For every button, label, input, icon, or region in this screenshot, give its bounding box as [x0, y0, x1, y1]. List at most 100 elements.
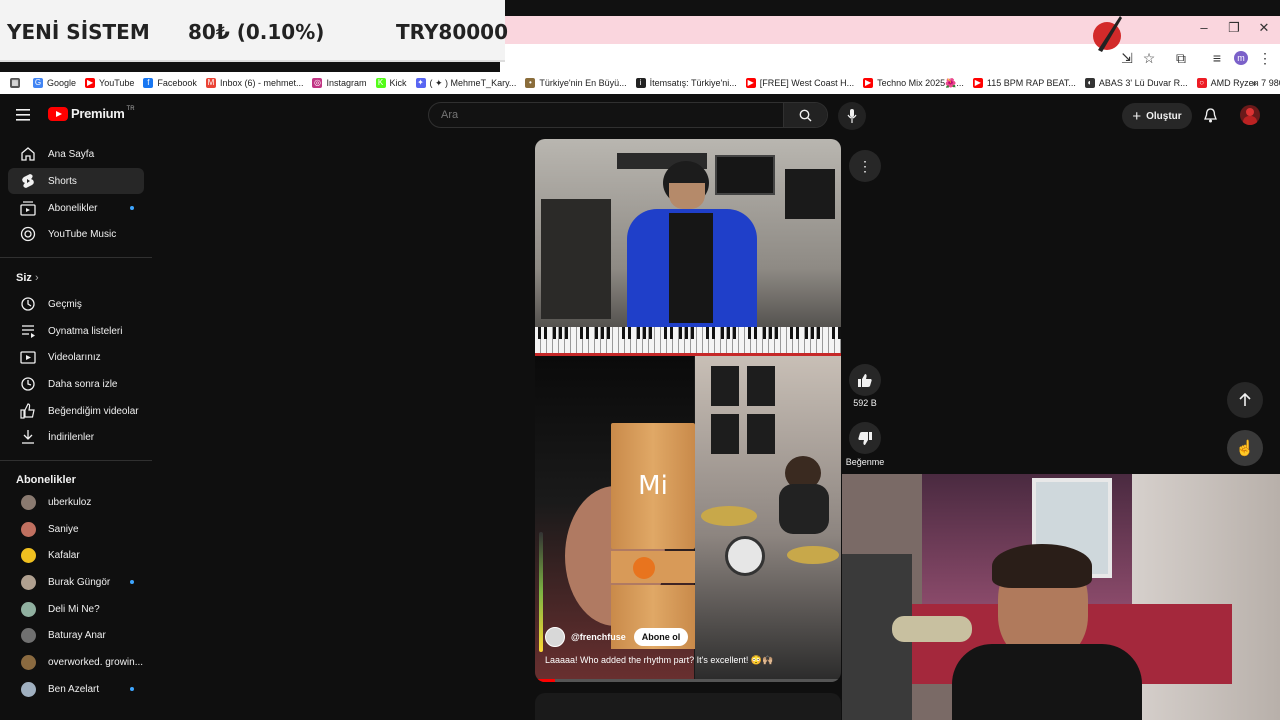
close-icon[interactable]: ✕ [1254, 20, 1274, 36]
bookmark-item[interactable]: i İtemsatış: Türkiye'ni... [635, 78, 737, 89]
youtube-logo-icon [48, 106, 68, 121]
install-app-icon[interactable]: ⇲ [1118, 50, 1136, 67]
like-button[interactable] [849, 364, 881, 396]
sidebar-item-label: Baturay Anar [48, 629, 106, 641]
sidebar-divider [0, 257, 152, 258]
bookmark-item[interactable]: • Türkiye'nin En Büyü... [525, 78, 627, 89]
bookmark-favicon-icon: ○ [1196, 78, 1207, 88]
like-count: 592 B [853, 398, 877, 408]
bookmark-label: [FREE] West Coast H... [759, 78, 855, 88]
search-button[interactable] [783, 103, 827, 127]
bookmark-favicon-icon: K [375, 78, 386, 88]
sidebar-item[interactable]: Geçmiş [8, 291, 144, 317]
sidebar-item[interactable]: Oynatma listeleri [8, 318, 144, 344]
dislike-button[interactable] [849, 422, 881, 454]
sidebar-item-label: Geçmiş [48, 298, 82, 310]
channel-avatar[interactable] [545, 627, 565, 647]
menu-icon[interactable] [16, 108, 32, 122]
sidebar-item-label: Burak Güngör [48, 576, 111, 588]
bookmark-item[interactable]: ▶ [FREE] West Coast H... [745, 78, 855, 89]
notifications-bell-icon[interactable] [1204, 108, 1217, 123]
channel-avatar [8, 627, 48, 643]
maximize-icon[interactable]: ❐ [1224, 20, 1244, 36]
create-label: Oluştur [1146, 110, 1182, 122]
bookmark-item[interactable]: K Kick [375, 78, 407, 89]
bookmark-item[interactable]: ◐ ABAS 3' Lü Duvar R... [1084, 78, 1188, 89]
browser-menu-icon[interactable]: ⋮ [1256, 50, 1274, 67]
sidebar-item[interactable]: uberkuloz [8, 489, 144, 515]
subscriptions-section-title: Abonelikler [16, 474, 76, 486]
bookmark-star-icon[interactable]: ☆ [1140, 50, 1158, 67]
sidebar-item[interactable]: YouTube Music [8, 221, 144, 247]
you-section-header[interactable]: Siz › [16, 272, 39, 284]
sidebar-item[interactable]: Saniye [8, 516, 144, 542]
channel-avatar [8, 681, 48, 697]
bookmark-label: AMD Ryzen 7 9800... [1210, 78, 1280, 88]
playback-progress[interactable] [535, 679, 555, 682]
sidebar-item-label: Saniye [48, 523, 79, 535]
media-controls-icon[interactable]: ≡ [1208, 50, 1226, 66]
bookmark-item[interactable]: ◎ Instagram [312, 78, 367, 89]
account-avatar[interactable] [1240, 105, 1260, 125]
bookmark-favicon-icon: ◎ [312, 78, 323, 88]
search-input[interactable] [441, 109, 761, 121]
channel-avatar [8, 574, 48, 590]
create-button[interactable]: + Oluştur [1122, 103, 1192, 129]
webcam-overlay [842, 474, 1280, 720]
bookmark-label: Techno Mix 2025🌺... [877, 77, 964, 88]
bookmark-item[interactable]: ▶ Techno Mix 2025🌺... [863, 78, 964, 89]
youtube-premium-logo[interactable]: Premium TR [48, 106, 135, 121]
bookmark-label: Inbox (6) - mehmet... [219, 78, 304, 88]
sidebar-item[interactable]: Ben Azelart [8, 676, 144, 702]
sidebar-item[interactable]: Deli Mi Ne? [8, 596, 144, 622]
minimize-icon[interactable]: – [1194, 20, 1214, 35]
microphone-icon [847, 109, 857, 123]
thumbs-up-icon [858, 373, 872, 387]
voice-search-button[interactable] [838, 102, 866, 130]
search-icon [799, 109, 812, 121]
sidebar-item[interactable]: Videolarınız [8, 344, 144, 370]
bookmark-item[interactable]: ▶ YouTube [85, 78, 134, 89]
more-options-button[interactable]: ⋮ [849, 150, 881, 182]
your-videos-icon [8, 349, 48, 365]
video-frame-top [535, 139, 841, 356]
sidebar-item[interactable]: Baturay Anar [8, 622, 144, 648]
liked-icon [8, 403, 48, 419]
sidebar-item[interactable]: Burak Güngör [8, 569, 144, 595]
next-short-button[interactable]: ☝ [1227, 430, 1263, 466]
sidebar-item-label: Beğendiğim videolar [48, 405, 139, 417]
subscribe-button[interactable]: Abone ol [633, 628, 689, 646]
watch-later-icon [8, 376, 48, 392]
short-video-player[interactable]: Mi @frenchfuse Abone ol Laaaaa! Who adde… [535, 139, 841, 682]
channel-avatar [8, 654, 48, 670]
hand-cursor-icon: ☝ [1235, 440, 1255, 457]
channel-name[interactable]: @frenchfuse [571, 632, 626, 642]
note-block: Mi [611, 423, 695, 549]
next-short-preview[interactable] [535, 693, 841, 720]
extensions-icon[interactable]: ⧉ [1172, 50, 1190, 67]
bookmark-item[interactable]: G Google [33, 78, 76, 89]
sidebar-item[interactable]: Daha sonra izle [8, 371, 144, 397]
sidebar-item[interactable]: Kafalar [8, 542, 144, 568]
previous-short-button[interactable] [1227, 382, 1263, 418]
sidebar-divider [0, 460, 152, 461]
short-caption: Laaaaa! Who added the rhythm part? It's … [545, 655, 774, 665]
bookmark-item[interactable]: ✦( ✦ ) MehmeT_Kary... [415, 78, 516, 89]
bookmark-item[interactable]: ○AMD Ryzen 7 9800... [1196, 78, 1280, 89]
donation-ticker-overlay: YENİ SİSTEM 80₺ (0.10%) TRY80000 [0, 0, 508, 62]
subscriptions-icon [8, 200, 48, 216]
sidebar-item[interactable]: Beğendiğim videolar [8, 398, 144, 424]
apps-icon[interactable]: ▦ [10, 78, 24, 88]
bookmark-item[interactable]: f Facebook [143, 78, 197, 89]
thumbs-down-icon [858, 431, 872, 445]
sidebar-item[interactable]: Ana Sayfa [8, 141, 144, 167]
bookmark-item[interactable]: M Inbox (6) - mehmet... [205, 78, 304, 89]
arrow-up-icon [1239, 393, 1251, 406]
bookmark-item[interactable]: ▶ 115 BPM RAP BEAT... [972, 78, 1076, 89]
profile-avatar-icon[interactable]: m [1234, 51, 1248, 65]
sidebar-item[interactable]: overworked. growin... [8, 649, 144, 675]
more-bookmarks-icon[interactable]: » [1252, 78, 1257, 88]
sidebar-item[interactable]: İndirilenler [8, 424, 144, 450]
sidebar-item[interactable]: Shorts [8, 168, 144, 194]
sidebar-item[interactable]: Abonelikler [8, 195, 144, 221]
